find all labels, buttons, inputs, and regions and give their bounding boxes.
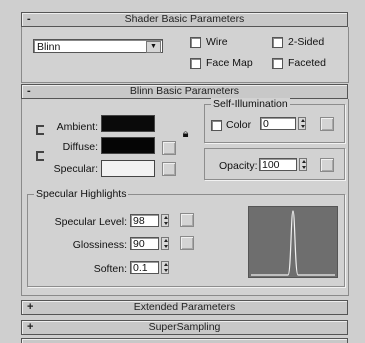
self-illum-value: 0 (263, 118, 269, 130)
lock-icon[interactable]: 🔒︎ (180, 128, 191, 141)
self-illum-spinner[interactable] (298, 117, 306, 130)
material-editor-panel: { "shader_basic": { "title": "Shader Bas… (0, 0, 365, 343)
opacity-spinner[interactable] (299, 158, 307, 171)
glossiness-spinner[interactable] (161, 237, 169, 250)
faceted-checkbox[interactable] (272, 58, 283, 69)
diffuse-color-swatch[interactable] (101, 137, 155, 154)
glossiness-value: 90 (133, 238, 145, 250)
rollout-shader-basic-header[interactable]: - Shader Basic Parameters (21, 12, 348, 27)
diffuse-map-button[interactable] (162, 141, 176, 155)
opacity-value: 100 (262, 159, 280, 171)
glossiness-map-button[interactable] (180, 236, 194, 250)
specular-level-label: Specular Level: (54, 216, 127, 228)
rollout-toggle: + (27, 321, 34, 333)
self-illum-color-label: Color (226, 119, 252, 131)
rollout-title: Extended Parameters (133, 301, 236, 313)
specular-label: Specular: (53, 163, 98, 175)
rollout-title: SuperSampling (148, 321, 221, 333)
specular-highlights-title: Specular Highlights (34, 188, 129, 200)
rollout-toggle: - (27, 85, 31, 97)
opacity-map-button[interactable] (320, 158, 334, 172)
shader-type-value: Blinn (37, 41, 61, 53)
rollout-toggle: - (27, 13, 31, 25)
wire-label: Wire (206, 36, 228, 48)
rollout-supersampling-header[interactable]: + SuperSampling (21, 320, 348, 335)
rollout-title: Shader Basic Parameters (124, 13, 245, 25)
soften-label: Soften: (93, 263, 127, 275)
soften-field[interactable]: 0.1 (130, 261, 159, 274)
specular-level-value: 98 (133, 215, 145, 227)
self-illum-value-field[interactable]: 0 (260, 117, 296, 130)
highlight-curve-graph (248, 206, 338, 278)
specular-level-map-button[interactable] (180, 213, 194, 227)
ambient-diffuse-link-icon[interactable] (36, 125, 44, 135)
self-illum-color-checkbox[interactable] (211, 120, 222, 131)
two-sided-label: 2-Sided (288, 36, 325, 48)
face-map-checkbox[interactable] (190, 58, 201, 69)
rollout-next-header[interactable] (21, 338, 348, 343)
ambient-color-swatch[interactable] (101, 115, 155, 132)
shader-type-dropdown[interactable]: Blinn ▼ (33, 39, 163, 53)
self-illum-map-button[interactable] (320, 117, 334, 131)
specular-color-swatch[interactable] (101, 160, 155, 177)
specular-level-field[interactable]: 98 (130, 214, 159, 227)
rollout-blinn-basic-header[interactable]: - Blinn Basic Parameters (21, 84, 348, 99)
diffuse-specular-link-icon[interactable] (36, 151, 44, 161)
two-sided-checkbox[interactable] (272, 37, 283, 48)
soften-spinner[interactable] (161, 261, 169, 274)
rollout-extended-parameters-header[interactable]: + Extended Parameters (21, 300, 348, 315)
specular-map-button[interactable] (162, 162, 176, 176)
face-map-label: Face Map (206, 57, 253, 69)
chevron-down-icon[interactable]: ▼ (146, 41, 161, 53)
diffuse-label: Diffuse: (62, 141, 98, 153)
rollout-title: Blinn Basic Parameters (129, 85, 240, 97)
glossiness-label: Glossiness: (72, 239, 127, 251)
soften-value: 0.1 (133, 262, 148, 274)
rollout-toggle: + (27, 301, 34, 313)
wire-checkbox[interactable] (190, 37, 201, 48)
opacity-field[interactable]: 100 (259, 158, 297, 171)
faceted-label: Faceted (288, 57, 326, 69)
specular-level-spinner[interactable] (161, 214, 169, 227)
opacity-label: Opacity: (219, 160, 258, 172)
highlight-curve-icon (251, 210, 335, 276)
self-illumination-title: Self-Illumination (211, 98, 290, 110)
ambient-label: Ambient: (56, 121, 98, 133)
glossiness-field[interactable]: 90 (130, 237, 159, 250)
